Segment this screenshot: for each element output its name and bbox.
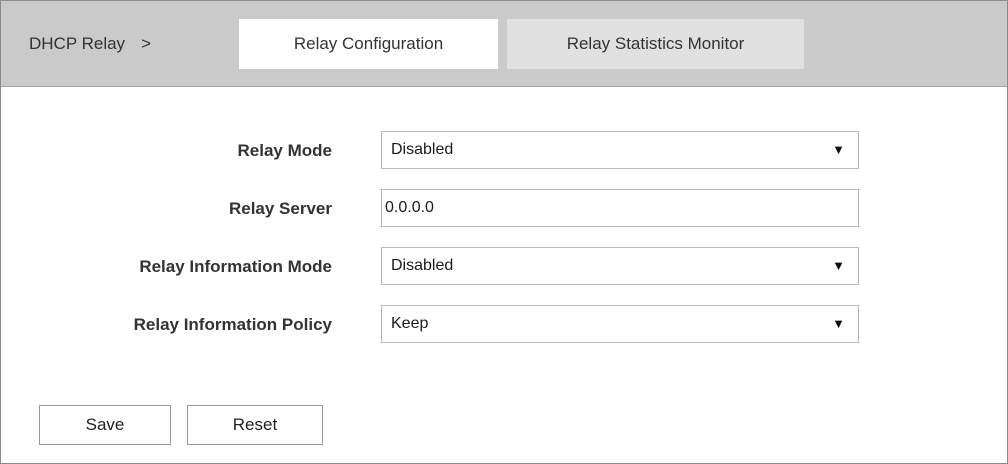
relay-information-mode-row: Relay Information Mode Disabled ▼ — [1, 247, 1007, 287]
relay-mode-row: Relay Mode Disabled ▼ — [1, 131, 1007, 171]
relay-mode-label: Relay Mode — [237, 141, 332, 160]
relay-information-mode-select[interactable]: Disabled ▼ — [381, 247, 859, 285]
tab-relay-statistics-monitor[interactable]: Relay Statistics Monitor — [507, 19, 804, 69]
relay-information-mode-value: Disabled — [391, 257, 454, 274]
relay-information-mode-label: Relay Information Mode — [139, 257, 332, 276]
relay-server-value: 0.0.0.0 — [385, 199, 434, 216]
relay-information-policy-value: Keep — [391, 315, 429, 332]
tab-relay-configuration[interactable]: Relay Configuration — [239, 19, 498, 69]
chevron-down-icon: ▼ — [832, 142, 845, 157]
relay-information-policy-label: Relay Information Policy — [133, 315, 332, 334]
reset-button[interactable]: Reset — [187, 405, 323, 445]
tab-relay-statistics-monitor-label: Relay Statistics Monitor — [566, 34, 745, 53]
tab-bar: DHCP Relay > Relay Configuration Relay St… — [1, 1, 1007, 87]
chevron-down-icon: ▼ — [832, 258, 845, 273]
relay-server-input[interactable]: 0.0.0.0 — [381, 189, 859, 227]
relay-information-policy-select[interactable]: Keep ▼ — [381, 305, 859, 343]
save-button[interactable]: Save — [39, 405, 171, 445]
tab-relay-configuration-label: Relay Configuration — [293, 34, 444, 53]
relay-mode-select[interactable]: Disabled ▼ — [381, 131, 859, 169]
breadcrumb-separator: > — [141, 34, 151, 53]
chevron-down-icon: ▼ — [832, 316, 845, 331]
relay-mode-value: Disabled — [391, 141, 454, 158]
relay-config-panel: DHCP Relay > Relay Configuration Relay St… — [0, 0, 1008, 464]
breadcrumb-label: DHCP Relay — [29, 34, 126, 53]
relay-server-label: Relay Server — [228, 199, 332, 218]
relay-information-policy-row: Relay Information Policy Keep ▼ — [1, 305, 1007, 345]
breadcrumb: DHCP Relay > — [29, 19, 151, 69]
relay-server-row: Relay Server 0.0.0.0 — [1, 189, 1007, 229]
